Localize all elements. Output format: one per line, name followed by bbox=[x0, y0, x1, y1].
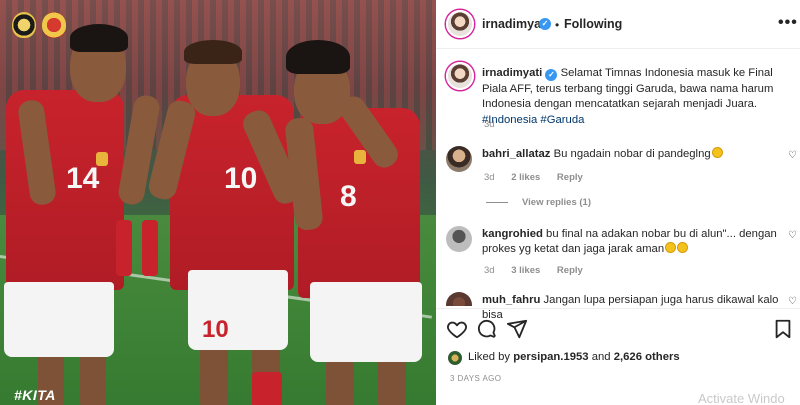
comment-kangrohied: kangrohied bu final na adakan nobar bu d… bbox=[482, 227, 782, 257]
share-icon[interactable] bbox=[506, 318, 528, 340]
player-left-number: 14 bbox=[66, 162, 100, 195]
comment-meta: 3d 2 likes Reply bbox=[484, 172, 597, 183]
verified-badge-icon: ✓ bbox=[539, 18, 551, 30]
post-caption: irnadimyati ✓ Selamat Timnas Indonesia m… bbox=[482, 66, 792, 128]
photo-hashtag-overlay: #KITA bbox=[14, 387, 56, 403]
post-date: 3 DAYS AGO bbox=[450, 374, 502, 383]
following-button[interactable]: Following bbox=[564, 17, 622, 31]
comment-username[interactable]: kangrohied bbox=[482, 228, 543, 240]
action-bar bbox=[436, 318, 800, 342]
header-avatar[interactable] bbox=[446, 10, 474, 38]
header-separator: • bbox=[555, 18, 560, 32]
heart-icon[interactable] bbox=[446, 318, 468, 340]
comment-avatar-muh-fahru[interactable] bbox=[446, 292, 472, 306]
comment-username[interactable]: muh_fahru bbox=[482, 294, 540, 306]
caption-avatar[interactable] bbox=[446, 62, 474, 90]
view-replies-label: View replies (1) bbox=[522, 197, 591, 208]
reply-button[interactable]: Reply bbox=[557, 265, 583, 276]
comment-username[interactable]: bahri_allataz bbox=[482, 148, 550, 160]
actions-divider bbox=[436, 308, 800, 309]
garuda-crest-icon bbox=[42, 12, 66, 38]
player-right-number: 8 bbox=[340, 180, 357, 213]
replies-line bbox=[486, 201, 508, 203]
comment-like-heart-icon[interactable]: ♡ bbox=[788, 150, 797, 161]
bookmark-icon[interactable] bbox=[772, 318, 794, 340]
header-divider bbox=[436, 48, 800, 49]
caption-verified-icon: ✓ bbox=[545, 69, 558, 81]
comment-text: Bu ngadain nobar di pandeglng bbox=[553, 148, 711, 160]
comment-like-heart-icon[interactable]: ♡ bbox=[788, 296, 797, 307]
hashtag-garuda[interactable]: #Garuda bbox=[540, 114, 584, 126]
comment-avatar-bahri[interactable] bbox=[446, 146, 472, 172]
grin-emoji-icon bbox=[665, 242, 677, 253]
grin-emoji-icon bbox=[677, 242, 689, 253]
comment-like-heart-icon[interactable]: ♡ bbox=[788, 230, 797, 241]
post-side-panel: irnadimyati ✓ • Following ••• irnadimyat… bbox=[436, 0, 800, 405]
post-photo[interactable]: 14 10 10 8 #KITA bbox=[0, 0, 436, 405]
liked-by-connector: and bbox=[591, 351, 611, 363]
liked-by-user[interactable]: persipan.1953 bbox=[513, 351, 588, 363]
view-replies-button[interactable]: View replies (1) bbox=[486, 197, 591, 208]
comment-time: 3d bbox=[484, 172, 495, 183]
player-middle-shorts-number: 10 bbox=[202, 316, 229, 343]
liked-by-prefix: Liked by bbox=[468, 351, 511, 363]
player-middle-number: 10 bbox=[224, 162, 258, 195]
comment-likes[interactable]: 3 likes bbox=[511, 265, 540, 276]
comment-icon[interactable] bbox=[476, 318, 498, 340]
comment-bahri: bahri_allataz Bu ngadain nobar di pandeg… bbox=[482, 147, 782, 162]
comment-likes[interactable]: 2 likes bbox=[511, 172, 540, 183]
sad-emoji-icon bbox=[711, 147, 723, 158]
caption-username[interactable]: irnadimyati bbox=[482, 67, 542, 79]
comment-time: 3d bbox=[484, 265, 495, 276]
comment-avatar-kangrohied[interactable] bbox=[446, 226, 472, 252]
liked-by-avatar[interactable] bbox=[448, 351, 462, 365]
liked-by-row: Liked by persipan.1953 and 2,626 others bbox=[468, 351, 680, 363]
reply-button[interactable]: Reply bbox=[557, 172, 583, 183]
caption-time: 3d bbox=[484, 119, 495, 130]
comment-meta: 3d 3 likes Reply bbox=[484, 265, 597, 276]
activate-windows-watermark: Activate Windo bbox=[698, 391, 785, 405]
more-options-icon[interactable]: ••• bbox=[778, 14, 798, 32]
federation-crest-icon bbox=[12, 12, 36, 38]
liked-by-others[interactable]: 2,626 others bbox=[614, 351, 680, 363]
